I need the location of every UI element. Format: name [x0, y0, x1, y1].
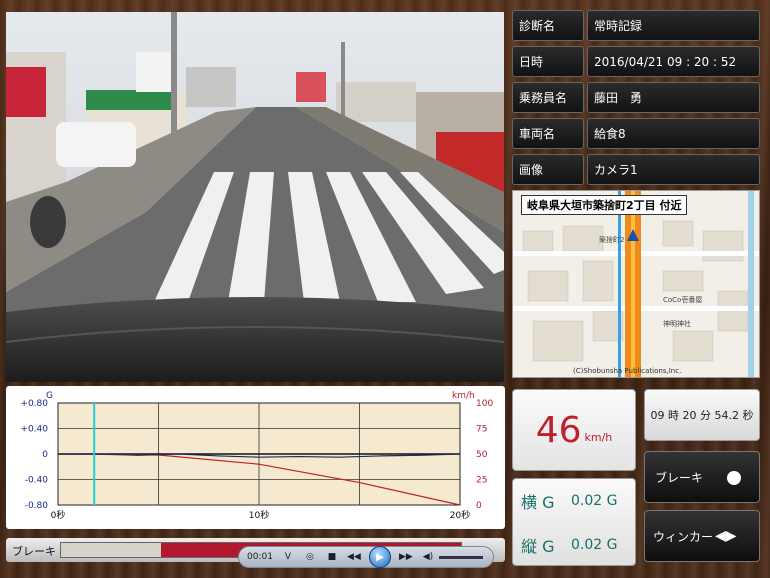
- brake-indicator-icon: [727, 471, 741, 485]
- right-axis-tick-label: 25: [476, 476, 487, 486]
- volume-slider[interactable]: [438, 555, 483, 559]
- sensor-graph[interactable]: G km/h +0.80 +0.40 0 -0.40 -0.80 100 75 50 25 0 …: [6, 386, 505, 529]
- info-key: 日時: [512, 46, 584, 77]
- x-axis-tick-label: 20秒: [450, 509, 470, 521]
- info-row-driver: 乗務員名 藤田 勇: [512, 82, 760, 113]
- map-location-label: 岐阜県大垣市築捨町2丁目 付近: [521, 195, 688, 215]
- speed-unit: km/h: [584, 430, 613, 444]
- speed-value: 46: [535, 409, 582, 451]
- brake-button[interactable]: ブレーキ: [644, 451, 760, 503]
- info-key: 乗務員名: [512, 82, 584, 113]
- winker-arrows-icon: ◀▶: [715, 528, 737, 544]
- info-panel: 診断名 常時記録 日時 2016/04/21 09 : 20 : 52 乗務員名…: [512, 10, 760, 190]
- info-row-vehicle: 車両名 給食8: [512, 118, 760, 149]
- x-axis-tick-label: 10秒: [249, 509, 269, 521]
- info-value: 2016/04/21 09 : 20 : 52: [587, 46, 760, 77]
- info-value: 藤田 勇: [587, 82, 760, 113]
- g-force-display: 横 G 0.02 G 縦 G 0.02 G: [512, 478, 636, 566]
- time-display: 09 時 20 分 54.2 秒: [644, 389, 760, 441]
- info-value: 常時記録: [587, 10, 760, 41]
- brake-timeline-label: ブレーキ: [12, 545, 56, 558]
- rewind-icon[interactable]: ◀◀: [347, 552, 361, 562]
- right-axis-tick-label: 50: [476, 450, 488, 460]
- winker-button[interactable]: ウィンカー ◀▶: [644, 510, 760, 562]
- brake-button-label: ブレーキ: [655, 470, 704, 485]
- lateral-g-label: 横 G: [521, 493, 555, 512]
- brake-fill: [61, 543, 161, 557]
- map-poi-label: CoCo壱番屋: [663, 296, 703, 304]
- volume-icon[interactable]: ◀): [421, 552, 435, 562]
- map-poi-label: 神明神社: [663, 320, 691, 328]
- longitudinal-g-label: 縦 G: [521, 537, 555, 556]
- right-axis-unit: km/h: [452, 391, 475, 401]
- winker-button-label: ウィンカー: [653, 529, 714, 544]
- location-map[interactable]: 岐阜県大垣市築捨町2丁目 付近 築捨町2 CoCo壱番屋 神明神社 (C)Sho…: [512, 190, 760, 378]
- lateral-g-value: 0.02 G: [571, 493, 618, 509]
- left-axis-tick-label: 0: [42, 450, 48, 460]
- info-row-image: 画像 カメラ1: [512, 154, 760, 185]
- info-key: 診断名: [512, 10, 584, 41]
- info-key: 車両名: [512, 118, 584, 149]
- graph-svg: G km/h +0.80+0.400-0.40-0.80 1007550250 …: [20, 391, 493, 521]
- info-row-diagnosis: 診断名 常時記録: [512, 10, 760, 41]
- right-axis-tick-label: 0: [476, 501, 482, 511]
- media-player: 00:01 V ◎ ■ ◀◀ ▶ ▶▶ ◀): [238, 546, 494, 568]
- left-axis-tick-label: +0.40: [20, 425, 48, 435]
- right-axis-tick-label: 100: [476, 399, 493, 409]
- fast-forward-icon[interactable]: ▶▶: [399, 552, 413, 562]
- playback-time: 00:01: [247, 552, 273, 562]
- right-axis-tick-label: 75: [476, 425, 487, 435]
- left-axis-tick-label: -0.80: [25, 501, 49, 511]
- longitudinal-g-row: 縦 G 0.02 G: [513, 523, 635, 567]
- camera-view: [6, 12, 504, 382]
- x-axis-tick-label: 0秒: [51, 509, 66, 521]
- lateral-g-row: 横 G 0.02 G: [513, 479, 635, 523]
- left-axis-tick-label: +0.80: [20, 399, 48, 409]
- record-icon[interactable]: ◎: [303, 552, 317, 562]
- snapshot-icon[interactable]: V: [281, 552, 295, 562]
- speed-display: 46 km/h: [512, 389, 636, 471]
- left-axis-tick-label: -0.40: [25, 476, 49, 486]
- info-value: カメラ1: [587, 154, 760, 185]
- info-row-datetime: 日時 2016/04/21 09 : 20 : 52: [512, 46, 760, 77]
- info-value: 給食8: [587, 118, 760, 149]
- info-key: 画像: [512, 154, 584, 185]
- play-icon[interactable]: ▶: [368, 546, 391, 568]
- map-copyright: (C)Shobunsha Publications,Inc.: [573, 367, 682, 375]
- stop-icon[interactable]: ■: [325, 552, 339, 562]
- longitudinal-g-value: 0.02 G: [571, 537, 618, 553]
- map-poi-label: 築捨町2: [599, 236, 625, 244]
